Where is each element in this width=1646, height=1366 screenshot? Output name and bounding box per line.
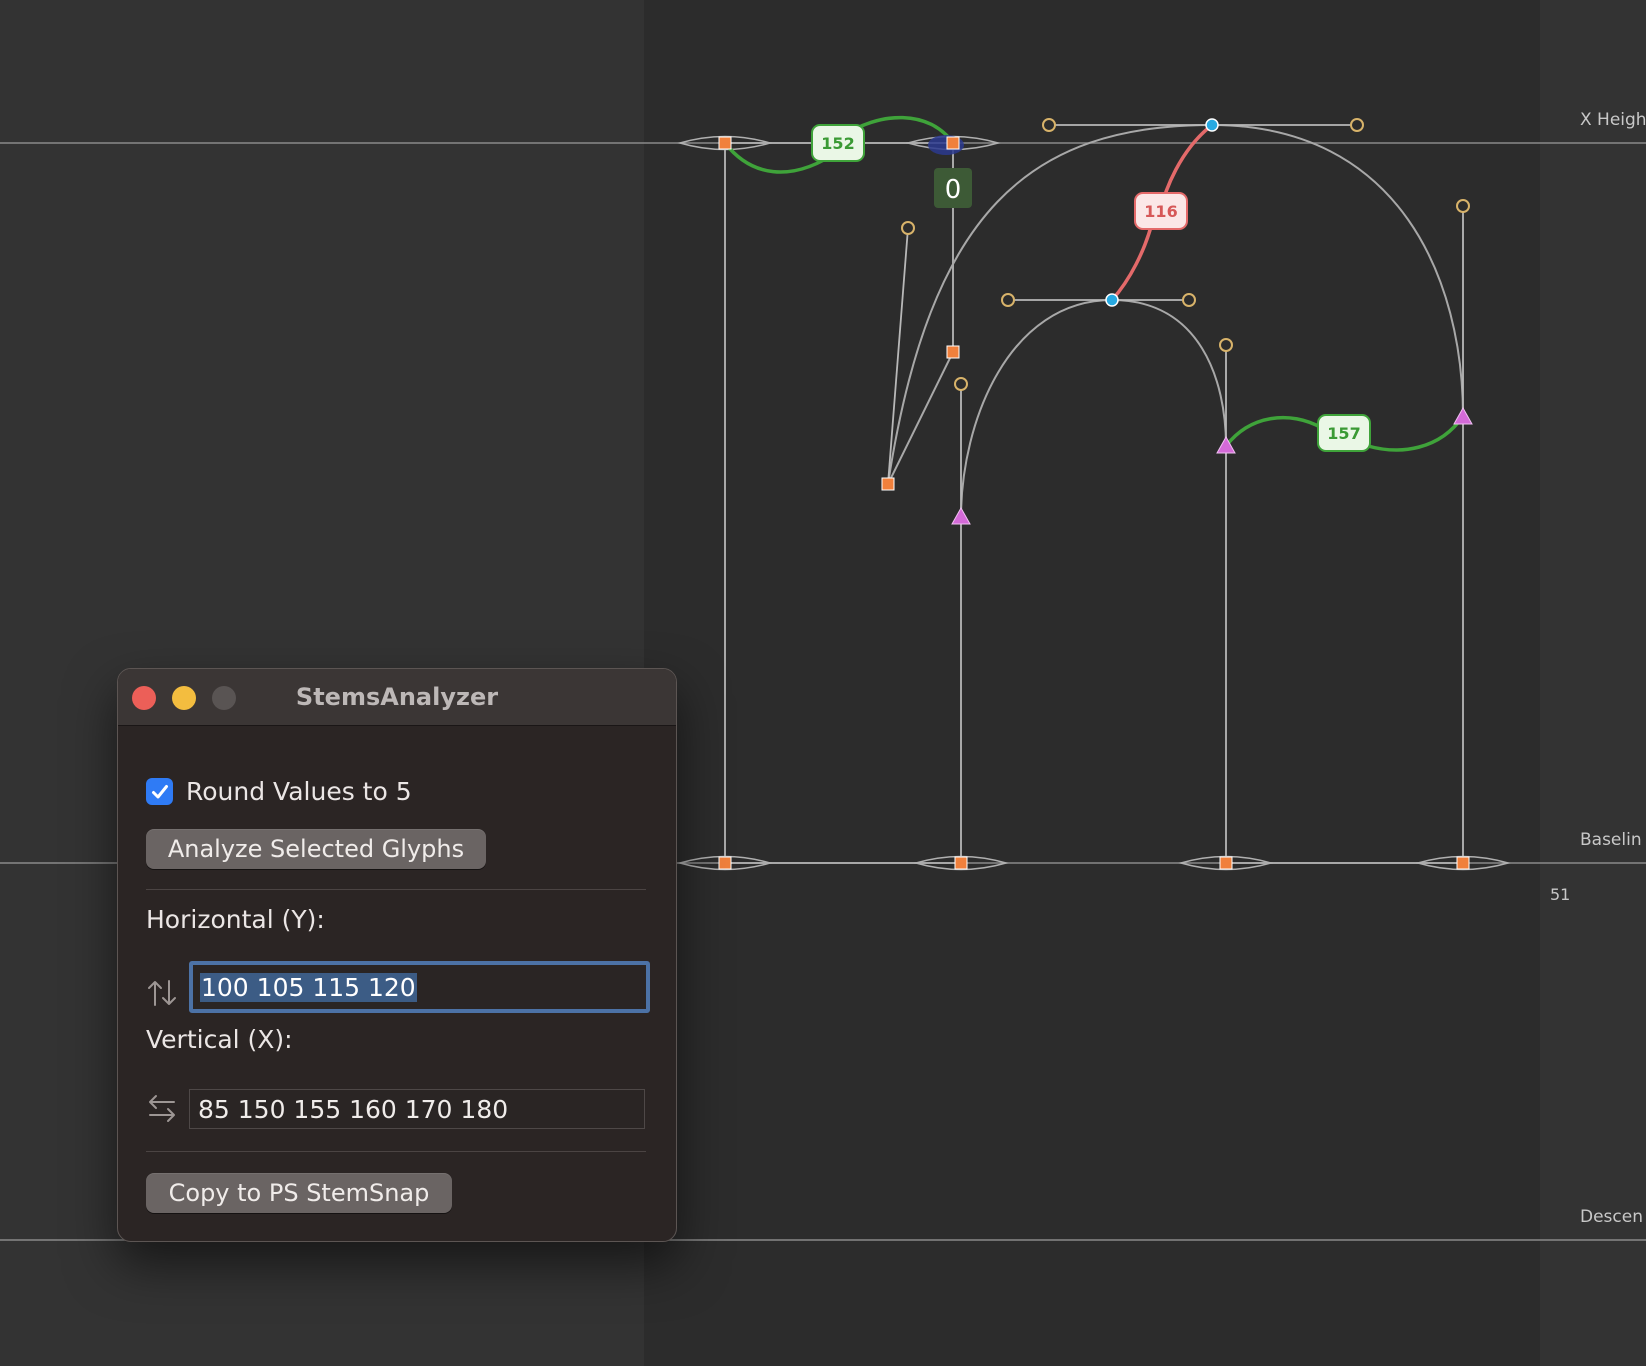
baseline-label: Baselin [1580, 830, 1642, 850]
checkmark-icon [151, 784, 168, 798]
round-values-label: Round Values to 5 [186, 777, 412, 806]
vertical-stems-value: 85 150 155 160 170 180 [198, 1094, 509, 1124]
vertical-stems-input[interactable]: 85 150 155 160 170 180 [189, 1089, 645, 1129]
round-values-checkbox[interactable] [146, 778, 173, 805]
stem-badge-152: 152 [811, 124, 865, 162]
horizontal-stems-input[interactable]: 100 105 115 120 [189, 961, 650, 1013]
arrows-left-right-icon [149, 1095, 175, 1122]
arrows-up-down-icon [148, 980, 176, 1006]
analyze-selected-glyphs-button[interactable]: Analyze Selected Glyphs [146, 829, 486, 869]
descender-label: Descen [1580, 1207, 1643, 1227]
horizontal-stems-value: 100 105 115 120 [200, 972, 417, 1002]
sidebearing-value: 51 [1550, 885, 1571, 904]
svg-text:116: 116 [1144, 202, 1177, 221]
stems-analyzer-panel: StemsAnalyzer Round Values to 5 Analyze … [117, 668, 677, 1242]
horizontal-label: Horizontal (Y): [146, 905, 325, 934]
svg-text:0: 0 [945, 175, 962, 205]
glyph-area [644, 0, 1540, 1366]
window-title: StemsAnalyzer [295, 683, 499, 711]
stem-badge-157: 157 [1317, 414, 1371, 452]
titlebar: StemsAnalyzer [118, 669, 676, 726]
round-values-option[interactable]: Round Values to 5 [146, 777, 412, 806]
svg-text:152: 152 [821, 134, 854, 153]
stem-badge-116: 116 [1134, 192, 1188, 230]
divider [146, 1151, 646, 1152]
divider [146, 889, 646, 890]
vertical-label: Vertical (X): [146, 1025, 293, 1054]
x-height-label: X Heigh [1580, 110, 1646, 130]
selection-value-box: 0 [934, 168, 972, 208]
copy-to-ps-stemsnap-button[interactable]: Copy to PS StemSnap [146, 1173, 452, 1213]
svg-text:157: 157 [1327, 424, 1360, 443]
